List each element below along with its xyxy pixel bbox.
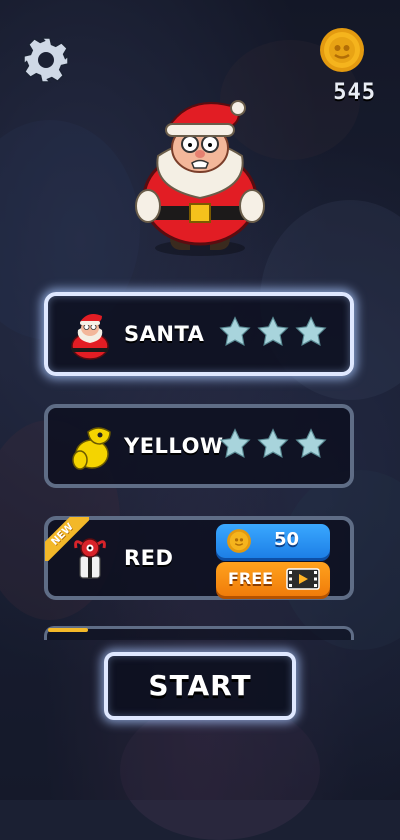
video-ad-icon [286, 568, 320, 590]
star-icon [257, 428, 289, 458]
coin-icon [227, 529, 251, 553]
santa-character-preview [135, 100, 265, 256]
star-icon [219, 316, 251, 346]
red-thumbnail [74, 538, 106, 579]
rating-stars [218, 427, 328, 461]
next-character-card-partial [44, 626, 354, 640]
santa-thumbnail [71, 314, 109, 360]
next-card-badge-partial [48, 628, 88, 632]
rating-stars [218, 315, 328, 349]
character-name: RED [124, 546, 174, 570]
character-card-santa[interactable]: SANTA [44, 292, 354, 376]
character-card-red[interactable]: NEW RED 50 FREE [44, 516, 354, 600]
yellow-thumbnail [72, 427, 111, 470]
character-name: SANTA [124, 322, 205, 346]
star-icon [219, 428, 251, 458]
buy-with-coins-button[interactable]: 50 [216, 524, 330, 558]
star-icon [257, 316, 289, 346]
star-icon [295, 316, 327, 346]
character-card-yellow[interactable]: YELLOW [44, 404, 354, 488]
coin-count: 545 [333, 80, 376, 105]
start-button[interactable]: START [104, 652, 296, 720]
watch-ad-free-button[interactable]: FREE [216, 562, 330, 596]
coin-icon [320, 28, 364, 72]
free-label: FREE [228, 569, 274, 588]
settings-gear-icon[interactable] [22, 36, 70, 84]
star-icon [295, 428, 327, 458]
coin-balance: 545 [312, 26, 375, 105]
character-name: YELLOW [124, 434, 224, 458]
coin-price: 50 [274, 529, 300, 550]
